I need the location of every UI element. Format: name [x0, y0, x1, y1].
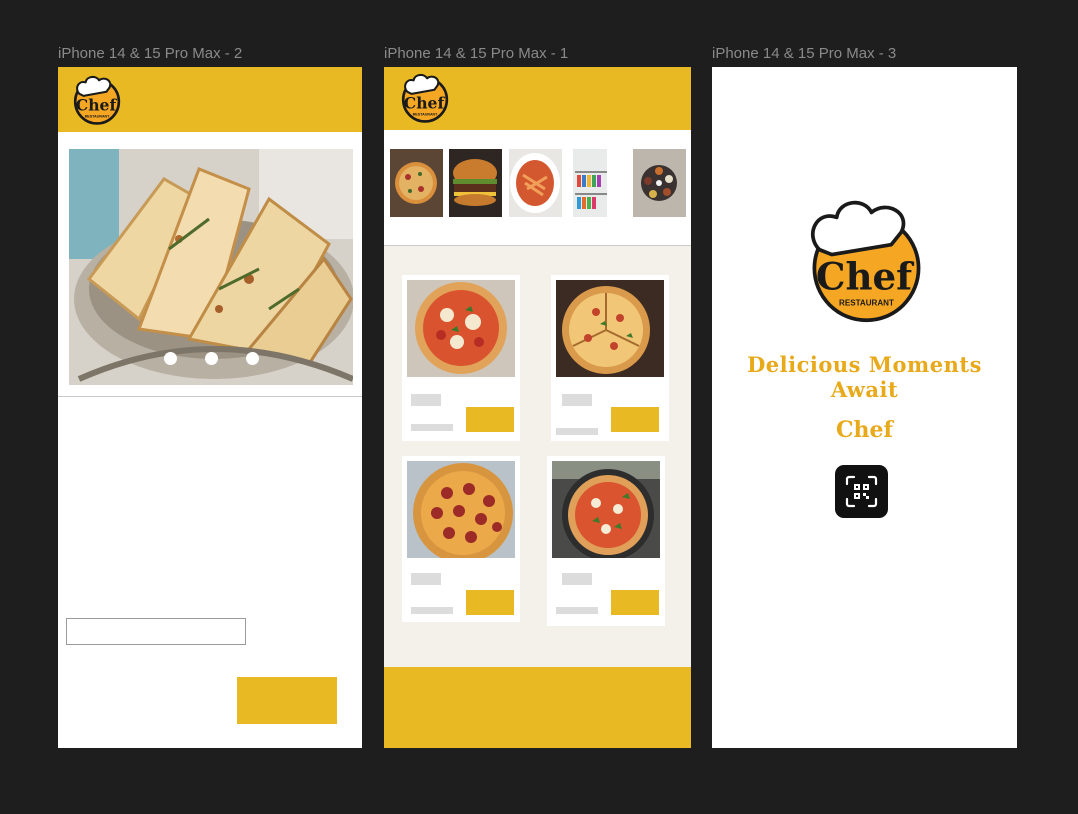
product-image [552, 461, 660, 558]
frame-onboarding: Chef RESTAURANT [58, 67, 362, 748]
category-pizza[interactable] [390, 149, 443, 217]
frame-label-1: iPhone 14 & 15 Pro Max - 1 [384, 45, 569, 62]
carousel-dot[interactable] [163, 352, 177, 365]
product-card[interactable] [402, 275, 520, 441]
frame-splash: Chef RESTAURANT Delicious Moments Await … [712, 67, 1017, 748]
app-header: Chef RESTAURANT [58, 67, 362, 132]
text-input[interactable] [66, 618, 246, 645]
product-card[interactable] [547, 456, 665, 626]
divider [58, 396, 362, 397]
chef-logo[interactable]: Chef RESTAURANT [398, 71, 450, 123]
frame-label-2: iPhone 14 & 15 Pro Max - 2 [58, 45, 243, 62]
title-placeholder [411, 607, 453, 614]
title-placeholder [411, 424, 453, 431]
svg-text:RESTAURANT: RESTAURANT [839, 298, 894, 307]
title-placeholder [556, 428, 598, 435]
chef-logo: Chef RESTAURANT [802, 200, 926, 324]
product-image [556, 280, 664, 377]
carousel-dot[interactable] [245, 352, 259, 365]
price-placeholder [411, 394, 441, 406]
carousel-dot[interactable] [204, 352, 218, 365]
svg-text:Chef: Chef [404, 93, 446, 112]
qr-scan-button[interactable] [835, 465, 888, 518]
product-card[interactable] [402, 456, 520, 622]
price-placeholder [411, 573, 441, 585]
price-placeholder [562, 394, 592, 406]
chef-logo[interactable]: Chef RESTAURANT [70, 73, 122, 125]
product-image [407, 461, 515, 558]
primary-button[interactable] [237, 677, 337, 724]
hero-carousel[interactable] [69, 149, 353, 385]
product-card[interactable] [551, 275, 669, 441]
category-sauces[interactable] [633, 149, 686, 217]
category-bar [384, 130, 691, 246]
bottom-bar [384, 667, 691, 748]
category-pasta[interactable] [509, 149, 562, 217]
add-to-cart-button[interactable] [611, 590, 659, 615]
title-placeholder [556, 607, 598, 614]
app-header: Chef RESTAURANT [384, 67, 691, 130]
svg-text:RESTAURANT: RESTAURANT [85, 115, 110, 119]
frame-menu: Chef RESTAURANT [384, 67, 691, 748]
price-placeholder [562, 573, 592, 585]
tagline: Delicious Moments Await [747, 352, 982, 402]
frame-label-3: iPhone 14 & 15 Pro Max - 3 [712, 45, 897, 62]
app-name: Chef [836, 417, 893, 443]
product-image [407, 280, 515, 377]
add-to-cart-button[interactable] [466, 590, 514, 615]
svg-text:Chef: Chef [816, 254, 914, 298]
svg-text:RESTAURANT: RESTAURANT [413, 113, 438, 117]
category-drinks[interactable] [573, 149, 626, 217]
add-to-cart-button[interactable] [611, 407, 659, 432]
add-to-cart-button[interactable] [466, 407, 514, 432]
qr-scan-icon [845, 475, 878, 508]
category-burger[interactable] [449, 149, 502, 217]
svg-text:Chef: Chef [76, 95, 118, 114]
carousel-indicators [69, 352, 353, 365]
